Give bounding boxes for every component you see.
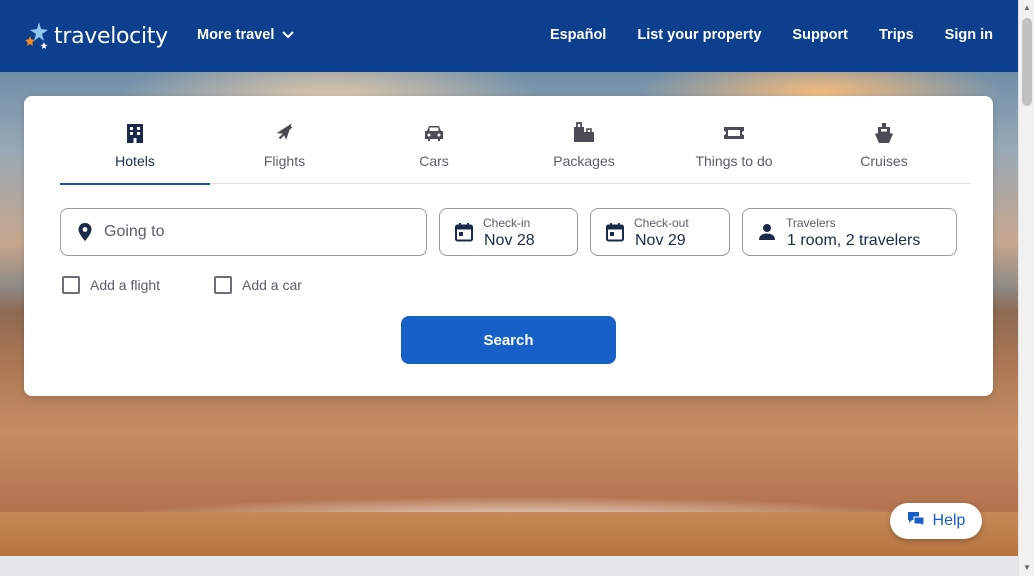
chevron-down-icon	[282, 27, 295, 43]
add-car-checkbox[interactable]: Add a car	[214, 276, 302, 294]
calendar-icon	[605, 222, 625, 242]
tab-cars-label: Cars	[419, 153, 449, 169]
travelocity-logo[interactable]: travelocity	[24, 18, 168, 54]
scroll-up-arrow-icon[interactable]: ▲	[1019, 0, 1034, 16]
search-card: Hotels Flights Cars Packages Things to d…	[24, 96, 993, 396]
search-button[interactable]: Search	[401, 316, 616, 364]
check-in-label: Check-in	[483, 216, 531, 230]
check-in-value: Nov 28	[484, 232, 535, 249]
more-travel-menu[interactable]: More travel	[197, 27, 295, 43]
luggage-icon	[573, 122, 595, 144]
check-out-field[interactable]: Check-out Nov 29	[590, 208, 730, 256]
add-car-label: Add a car	[242, 277, 302, 293]
language-link[interactable]: Español	[550, 27, 606, 43]
tab-flights[interactable]: Flights	[210, 96, 359, 184]
ticket-icon	[723, 122, 745, 144]
help-button[interactable]: Help	[890, 503, 982, 539]
check-out-value: Nov 29	[635, 232, 686, 249]
check-out-label: Check-out	[634, 216, 689, 230]
tab-packages-label: Packages	[553, 153, 615, 169]
hero-sand	[0, 512, 1018, 556]
site-header: travelocity More travel Español List you…	[0, 0, 1018, 72]
scroll-down-arrow-icon[interactable]: ▼	[1019, 560, 1034, 576]
more-travel-label: More travel	[197, 27, 275, 43]
going-to-placeholder: Going to	[104, 223, 165, 240]
page-scrollbar[interactable]: ▲ ▼	[1018, 0, 1034, 576]
building-icon	[124, 122, 146, 144]
ship-icon	[873, 122, 895, 144]
tab-cruises[interactable]: Cruises	[809, 96, 959, 184]
person-icon	[757, 222, 777, 242]
tab-flights-label: Flights	[263, 153, 306, 169]
tab-hotels-label: Hotels	[115, 153, 155, 169]
add-flight-label: Add a flight	[90, 277, 161, 293]
chat-bubbles-icon	[907, 511, 925, 532]
travelers-label: Travelers	[786, 216, 836, 230]
airplane-icon	[274, 122, 296, 144]
calendar-icon	[454, 222, 474, 242]
help-label: Help	[932, 512, 966, 529]
tab-things-to-do-label: Things to do	[695, 153, 773, 169]
search-tabs: Hotels Flights Cars Packages Things to d…	[60, 96, 970, 185]
tab-things-to-do[interactable]: Things to do	[659, 96, 809, 184]
travelers-value: 1 room, 2 travelers	[787, 232, 921, 249]
add-flight-checkbox-box[interactable]	[62, 276, 80, 294]
add-flight-checkbox[interactable]: Add a flight	[62, 276, 160, 294]
add-car-checkbox-box[interactable]	[214, 276, 232, 294]
tab-packages[interactable]: Packages	[509, 96, 659, 184]
scrollbar-thumb[interactable]	[1022, 18, 1032, 106]
car-icon	[423, 122, 445, 144]
page-bottom-strip	[0, 556, 1018, 576]
tab-cruises-label: Cruises	[860, 153, 908, 169]
location-pin-icon	[75, 222, 95, 242]
logo-star-icon	[24, 20, 54, 52]
travelers-field[interactable]: Travelers 1 room, 2 travelers	[742, 208, 957, 256]
support-link[interactable]: Support	[792, 27, 848, 43]
header-nav: Español List your property Support Trips…	[550, 27, 993, 43]
trips-link[interactable]: Trips	[879, 27, 914, 43]
logo-text: travelocity	[54, 23, 168, 49]
tab-cars[interactable]: Cars	[359, 96, 509, 184]
tab-hotels[interactable]: Hotels	[60, 96, 210, 185]
list-property-link[interactable]: List your property	[637, 27, 761, 43]
going-to-input[interactable]: Going to	[60, 208, 427, 256]
check-in-field[interactable]: Check-in Nov 28	[439, 208, 578, 256]
sign-in-link[interactable]: Sign in	[945, 27, 993, 43]
